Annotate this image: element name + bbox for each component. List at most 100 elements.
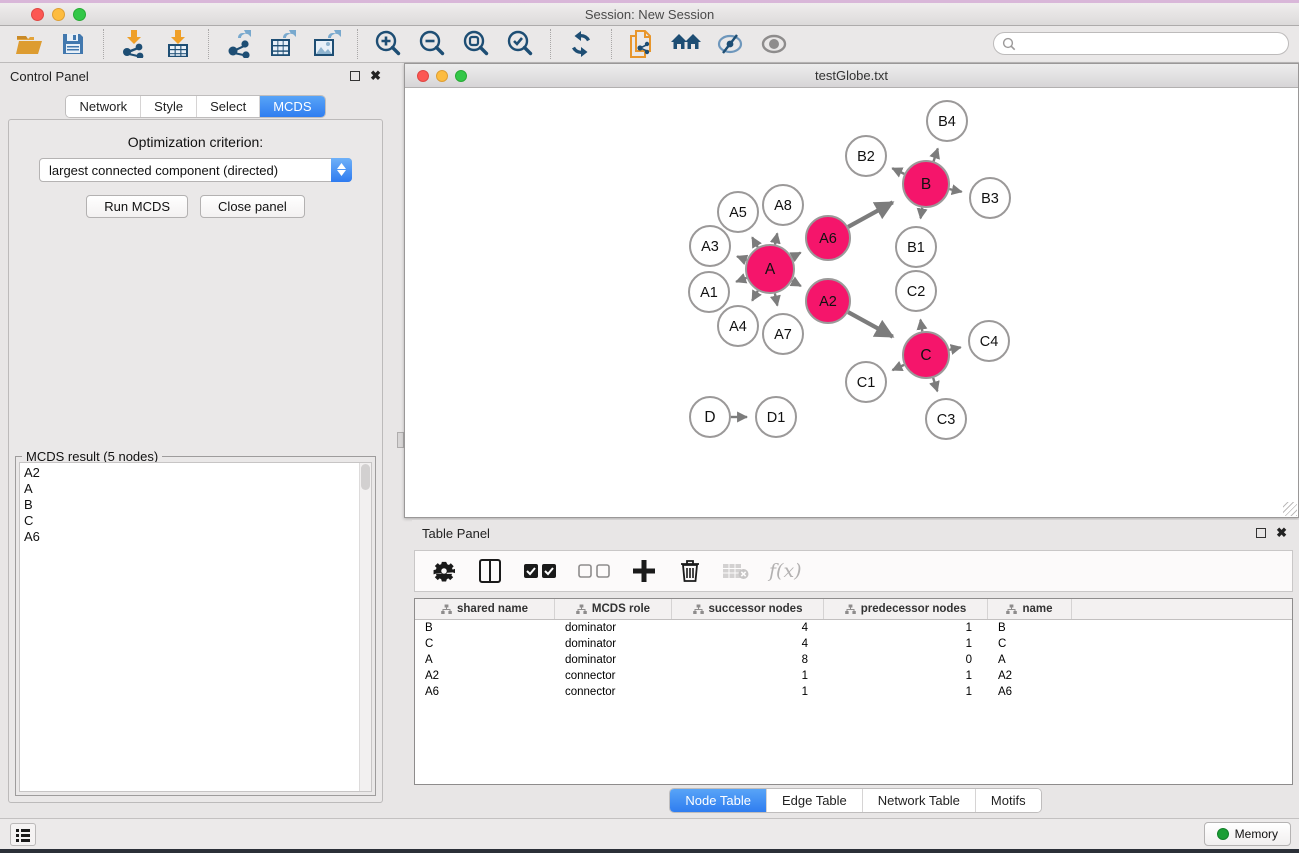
table-cell[interactable]: 4 <box>672 622 824 634</box>
graph-edge-C-C1[interactable] <box>892 365 904 370</box>
search-input[interactable] <box>993 32 1289 55</box>
refresh-icon[interactable] <box>566 29 596 59</box>
tab-edge-table[interactable]: Edge Table <box>766 789 862 812</box>
column-header-shared-name[interactable]: shared name <box>415 599 555 619</box>
table-cell[interactable]: C <box>415 638 555 650</box>
table-cell[interactable]: 8 <box>672 654 824 666</box>
save-session-icon[interactable] <box>58 29 88 59</box>
table-cell[interactable]: connector <box>555 670 672 682</box>
zoom-in-icon[interactable] <box>373 29 403 59</box>
table-cell[interactable]: A <box>415 654 555 666</box>
column-header-MCDS-role[interactable]: MCDS role <box>555 599 672 619</box>
table-row[interactable]: A6connector11A6 <box>415 684 1292 700</box>
graph-edge-A-A2[interactable] <box>792 281 801 286</box>
table-cell[interactable]: A6 <box>415 686 555 698</box>
result-list-item[interactable]: A <box>24 481 371 497</box>
tab-style[interactable]: Style <box>140 96 196 117</box>
table-cell[interactable]: A2 <box>415 670 555 682</box>
graph-edge-A-A5[interactable] <box>752 237 758 247</box>
graph-edge-B-B4[interactable] <box>934 149 938 162</box>
table-cell[interactable]: dominator <box>555 654 672 666</box>
criterion-select[interactable]: largest connected component (directed) <box>39 158 352 182</box>
table-cell[interactable]: A6 <box>988 686 1072 698</box>
export-network-icon[interactable] <box>224 29 254 59</box>
table-cell[interactable]: 4 <box>672 638 824 650</box>
graph-edge-B-B3[interactable] <box>949 189 961 192</box>
add-column-icon[interactable] <box>631 558 657 584</box>
table-cell[interactable]: 0 <box>824 654 988 666</box>
graph-edge-A-A8[interactable] <box>775 233 777 244</box>
mcds-result-list[interactable]: A2ABCA6 <box>19 462 372 792</box>
result-scrollbar-thumb[interactable] <box>361 464 370 490</box>
table-close-icon[interactable]: ✖ <box>1276 528 1287 538</box>
export-image-icon[interactable] <box>312 29 342 59</box>
graph-edge-A-A1[interactable] <box>736 278 746 282</box>
zoom-fit-icon[interactable] <box>461 29 491 59</box>
network-canvas[interactable]: AA1A2A3A4A5A6A7A8BB1B2B3B4CC1C2C3C4DD1 <box>405 88 1298 517</box>
table-cell[interactable]: 1 <box>824 638 988 650</box>
graph-edge-B-B1[interactable] <box>921 208 923 219</box>
table-cell[interactable]: C <box>988 638 1072 650</box>
graph-edge-B-B2[interactable] <box>892 168 904 174</box>
graph-edge-A-A3[interactable] <box>737 256 747 260</box>
open-session-icon[interactable] <box>14 29 44 59</box>
home-icon[interactable] <box>671 29 701 59</box>
table-cell[interactable]: 1 <box>672 686 824 698</box>
delete-column-trash-icon[interactable] <box>677 558 703 584</box>
result-list-item[interactable]: B <box>24 497 371 513</box>
table-float-icon[interactable] <box>1256 528 1266 538</box>
table-cell[interactable]: connector <box>555 686 672 698</box>
result-list-item[interactable]: A2 <box>24 465 371 481</box>
graph-edge-C-C3[interactable] <box>933 378 937 391</box>
result-scrollbar[interactable] <box>359 463 371 791</box>
column-header-successor-nodes[interactable]: successor nodes <box>672 599 824 619</box>
table-settings-gear-icon[interactable] <box>431 558 457 584</box>
table-cell[interactable]: 1 <box>824 686 988 698</box>
show-panels-icon[interactable] <box>10 823 36 846</box>
table-row[interactable]: Cdominator41C <box>415 636 1292 652</box>
hide-graphics-details-icon[interactable] <box>715 29 745 59</box>
import-table-icon[interactable] <box>163 29 193 59</box>
graph-edge-C-C4[interactable] <box>949 347 960 350</box>
result-list-item[interactable]: C <box>24 513 371 529</box>
float-panel-icon[interactable] <box>350 71 360 81</box>
graph-edge-C-C2[interactable] <box>920 320 922 332</box>
table-cell[interactable]: A <box>988 654 1072 666</box>
column-header-name[interactable]: name <box>988 599 1072 619</box>
zoom-out-icon[interactable] <box>417 29 447 59</box>
close-panel-button[interactable]: Close panel <box>200 195 305 218</box>
show-eye-icon[interactable] <box>759 29 789 59</box>
tab-network[interactable]: Network <box>66 96 140 117</box>
splitter-handle[interactable] <box>397 432 404 448</box>
export-table-icon[interactable] <box>268 29 298 59</box>
table-cell[interactable]: 1 <box>672 670 824 682</box>
close-panel-icon[interactable]: ✖ <box>370 71 381 81</box>
graph-edge-A2-C[interactable] <box>848 312 893 337</box>
node-table[interactable]: shared nameMCDS rolesuccessor nodesprede… <box>414 598 1293 785</box>
graph-edge-A-A7[interactable] <box>775 294 777 306</box>
graph-edge-A-A4[interactable] <box>752 291 758 301</box>
table-row[interactable]: Adominator80A <box>415 652 1292 668</box>
column-header-predecessor-nodes[interactable]: predecessor nodes <box>824 599 988 619</box>
run-mcds-button[interactable]: Run MCDS <box>86 195 188 218</box>
column-view-icon[interactable] <box>477 558 503 584</box>
tab-mcds[interactable]: MCDS <box>259 96 324 117</box>
table-cell[interactable]: B <box>988 622 1072 634</box>
table-row[interactable]: Bdominator41B <box>415 620 1292 636</box>
network-window-titlebar[interactable]: testGlobe.txt <box>405 64 1298 88</box>
graph-edge-A-A6[interactable] <box>792 253 801 258</box>
tab-network-table[interactable]: Network Table <box>862 789 975 812</box>
clone-network-icon[interactable] <box>627 29 657 59</box>
zoom-selected-icon[interactable] <box>505 29 535 59</box>
resize-grip[interactable] <box>1283 502 1297 516</box>
graph-edge-A6-B[interactable] <box>848 202 893 227</box>
result-list-item[interactable]: A6 <box>24 529 371 545</box>
table-cell[interactable]: B <box>415 622 555 634</box>
tab-select[interactable]: Select <box>196 96 259 117</box>
select-all-icon[interactable] <box>523 558 557 584</box>
deselect-all-icon[interactable] <box>577 558 611 584</box>
table-cell[interactable]: 1 <box>824 622 988 634</box>
table-row[interactable]: A2connector11A2 <box>415 668 1292 684</box>
tab-motifs[interactable]: Motifs <box>975 789 1041 812</box>
table-cell[interactable]: dominator <box>555 622 672 634</box>
